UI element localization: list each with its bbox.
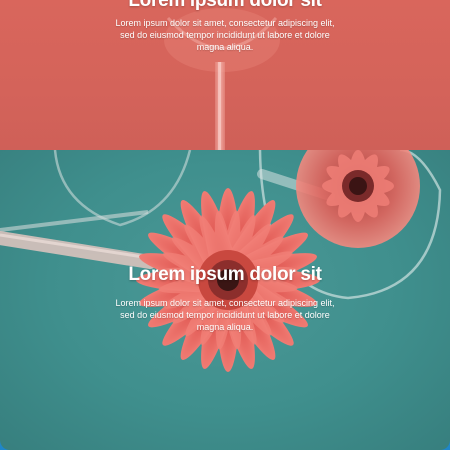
section-heading: Lorem ipsum dolor sit [128,264,322,285]
page: Lorem ipsum dolor sit Lorem ipsum dolor … [0,0,450,450]
section-heading: Lorem ipsum dolor sit [128,0,322,11]
section-body: Lorem ipsum dolor sit amet, consectetur … [115,298,335,332]
hero-text-bottom: Lorem ipsum dolor sit Lorem ipsum dolor … [0,264,450,333]
section-body: Lorem ipsum dolor sit amet, consectetur … [115,18,335,52]
hero-text-top: Lorem ipsum dolor sit Lorem ipsum dolor … [0,0,450,53]
